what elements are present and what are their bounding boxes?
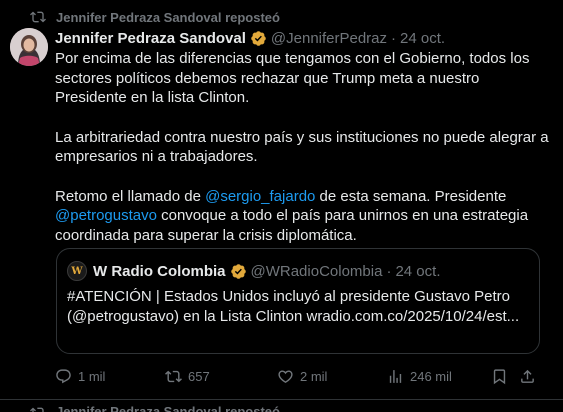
quoted-tweet-text: #ATENCIÓN | Estados Unidos incluyó al pr… bbox=[67, 288, 520, 325]
tweet-paragraph-2: La arbitrariedad contra nuestro país y s… bbox=[55, 128, 549, 166]
repost-icon bbox=[30, 11, 46, 23]
quoted-avatar-letter: W bbox=[71, 265, 83, 277]
verified-badge-icon bbox=[230, 263, 246, 279]
reply-button[interactable]: 1 mil bbox=[55, 368, 165, 385]
next-repost-indicator: Jennifer Pedraza Sandoval reposteó bbox=[30, 402, 280, 412]
reply-icon bbox=[56, 368, 71, 383]
heart-icon bbox=[278, 369, 293, 383]
views-chart-icon bbox=[389, 369, 402, 383]
quoted-tweet[interactable]: W W Radio Colombia @WRadioColombia · 24 … bbox=[56, 248, 540, 354]
views-button[interactable]: 246 mil bbox=[387, 368, 491, 385]
author-handle[interactable]: @JenniferPedraz bbox=[271, 30, 387, 47]
tweet-text-segment: Retomo el llamado de bbox=[55, 187, 206, 205]
tweet-text: Por encima de las diferencias que tengam… bbox=[55, 49, 550, 245]
tweet-paragraph-1: Por encima de las diferencias que tengam… bbox=[55, 50, 530, 106]
verified-badge-icon[interactable] bbox=[250, 30, 267, 47]
like-count: 2 mil bbox=[300, 368, 328, 384]
share-button[interactable] bbox=[519, 368, 536, 385]
avatar[interactable] bbox=[10, 28, 48, 66]
quoted-author-handle: @WRadioColombia bbox=[250, 262, 383, 280]
next-repost-label[interactable]: Jennifer Pedraza Sandoval reposteó bbox=[56, 404, 280, 412]
tweet-paragraph-3: Retomo el llamado de @sergio_fajardo de … bbox=[55, 187, 550, 246]
header-separator: · bbox=[391, 29, 397, 47]
repost-icon bbox=[165, 370, 182, 382]
quoted-tweet-header: W W Radio Colombia @WRadioColombia · 24 … bbox=[67, 261, 441, 281]
repost-button[interactable]: 657 bbox=[165, 368, 277, 385]
repost-count: 657 bbox=[188, 368, 210, 384]
tweet-header: Jennifer Pedraza Sandoval @JenniferPedra… bbox=[55, 28, 445, 48]
tweet-date[interactable]: 24 oct. bbox=[400, 30, 445, 47]
mention-link[interactable]: @petrogustavo bbox=[55, 207, 157, 224]
views-count: 246 mil bbox=[410, 368, 452, 384]
like-button[interactable]: 2 mil bbox=[277, 368, 387, 385]
quoted-author-name: W Radio Colombia bbox=[93, 262, 226, 280]
repost-label[interactable]: Jennifer Pedraza Sandoval reposteó bbox=[56, 10, 280, 25]
bookmark-icon bbox=[493, 368, 506, 384]
bookmark-button[interactable] bbox=[491, 368, 519, 385]
tweet-actions: 1 mil 657 2 mil 246 mil bbox=[55, 366, 547, 386]
avatar-photo bbox=[10, 28, 48, 66]
tweet[interactable]: Jennifer Pedraza Sandoval reposteó Jenni… bbox=[0, 0, 563, 400]
author-name[interactable]: Jennifer Pedraza Sandoval bbox=[55, 30, 246, 47]
quoted-tweet-date: 24 oct. bbox=[395, 262, 441, 280]
reply-count: 1 mil bbox=[78, 368, 106, 384]
repost-indicator: Jennifer Pedraza Sandoval reposteó bbox=[30, 9, 280, 25]
share-icon bbox=[521, 369, 534, 383]
quoted-avatar: W bbox=[67, 261, 87, 281]
quoted-header-separator: · bbox=[386, 262, 392, 280]
mention-link[interactable]: @sergio_fajardo bbox=[205, 188, 315, 205]
tweet-text-segment: de esta semana. Presidente bbox=[315, 187, 507, 205]
